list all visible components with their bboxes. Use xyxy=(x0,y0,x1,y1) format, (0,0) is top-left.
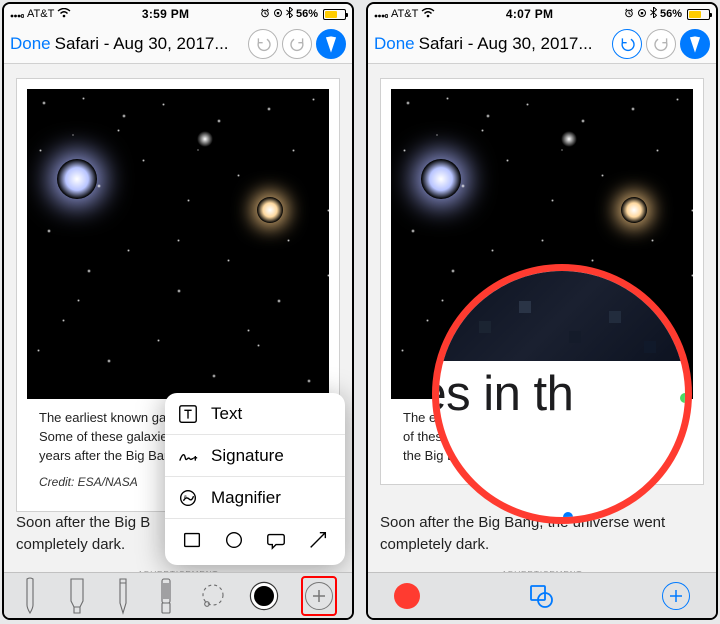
redo-button[interactable] xyxy=(646,29,676,59)
tool-eraser[interactable] xyxy=(157,576,175,616)
svg-text:a: a xyxy=(184,493,187,500)
popup-item-magnifier[interactable]: a Magnifier xyxy=(165,477,345,519)
bluetooth-icon xyxy=(286,7,293,21)
nav-bar: Done Safari - Aug 30, 2017... xyxy=(4,24,352,64)
phone-left: AT&T 3:59 PM 56% Done Safari - Aug 30, 2… xyxy=(2,2,354,620)
plus-icon xyxy=(662,582,690,610)
popup-shapes-row xyxy=(165,519,345,565)
tool-color[interactable] xyxy=(251,576,277,616)
magnified-text: ies in th xyxy=(432,366,692,422)
tool-pencil[interactable] xyxy=(113,576,133,616)
shape-rectangle[interactable] xyxy=(181,529,203,556)
status-bar: AT&T 4:07 PM 56% xyxy=(368,4,716,24)
phone-right: AT&T 4:07 PM 56% Done Safari - Aug 30, 2… xyxy=(366,2,718,620)
undo-button[interactable] xyxy=(248,29,278,59)
markup-pen-button[interactable] xyxy=(316,29,346,59)
tool-shape-style[interactable] xyxy=(527,576,555,616)
carrier-label: AT&T xyxy=(391,8,418,20)
article-photo: /* sprinkle many tiny stars */ xyxy=(27,89,329,399)
status-time: 3:59 PM xyxy=(142,7,189,21)
tool-lasso[interactable] xyxy=(199,576,227,616)
shape-arrow[interactable] xyxy=(307,529,329,556)
tool-add[interactable] xyxy=(662,576,690,616)
page-title: Safari - Aug 30, 2017... xyxy=(55,34,244,54)
battery-icon xyxy=(323,9,346,20)
magnifier-annotation[interactable]: ies in th xyxy=(432,264,692,524)
battery-icon xyxy=(687,9,710,20)
done-button[interactable]: Done xyxy=(374,34,415,54)
content-area: The earli of these the Big Ba Soon after… xyxy=(368,64,716,572)
magnifier-resize-handle[interactable] xyxy=(563,512,573,522)
rotation-lock-icon xyxy=(637,7,647,21)
done-button[interactable]: Done xyxy=(10,34,51,54)
wifi-icon xyxy=(421,7,435,21)
signature-icon xyxy=(177,445,199,467)
page-title: Safari - Aug 30, 2017... xyxy=(419,34,608,54)
popup-item-text-label: Text xyxy=(211,404,242,424)
popup-item-signature-label: Signature xyxy=(211,446,284,466)
popup-item-magnifier-label: Magnifier xyxy=(211,488,281,508)
popup-item-text[interactable]: Text xyxy=(165,393,345,435)
status-time: 4:07 PM xyxy=(506,7,553,21)
magnifier-icon: a xyxy=(177,487,199,509)
signal-icon xyxy=(374,7,388,21)
plus-icon xyxy=(305,582,333,610)
signal-icon xyxy=(10,7,24,21)
magnifier-zoom-handle[interactable] xyxy=(680,393,690,403)
markup-pen-button[interactable] xyxy=(680,29,710,59)
tool-pen[interactable] xyxy=(19,576,41,616)
alarm-icon xyxy=(260,7,270,21)
add-annotation-popup: Text Signature a Magnifier xyxy=(165,393,345,565)
shape-speech-bubble[interactable] xyxy=(265,529,287,556)
wifi-icon xyxy=(57,7,71,21)
battery-pct: 56% xyxy=(660,8,682,20)
magnifier-toolbar xyxy=(368,572,716,618)
text-icon xyxy=(177,403,199,425)
bluetooth-icon xyxy=(650,7,657,21)
undo-button[interactable] xyxy=(612,29,642,59)
popup-item-signature[interactable]: Signature xyxy=(165,435,345,477)
tool-marker[interactable] xyxy=(65,576,89,616)
redo-button[interactable] xyxy=(282,29,312,59)
status-bar: AT&T 3:59 PM 56% xyxy=(4,4,352,24)
markup-toolbar xyxy=(4,572,352,618)
tool-add-highlighted[interactable] xyxy=(301,576,337,616)
nav-bar: Done Safari - Aug 30, 2017... xyxy=(368,24,716,64)
alarm-icon xyxy=(624,7,634,21)
rotation-lock-icon xyxy=(273,7,283,21)
tool-color[interactable] xyxy=(394,576,420,616)
carrier-label: AT&T xyxy=(27,8,54,20)
shape-circle[interactable] xyxy=(223,529,245,556)
battery-pct: 56% xyxy=(296,8,318,20)
